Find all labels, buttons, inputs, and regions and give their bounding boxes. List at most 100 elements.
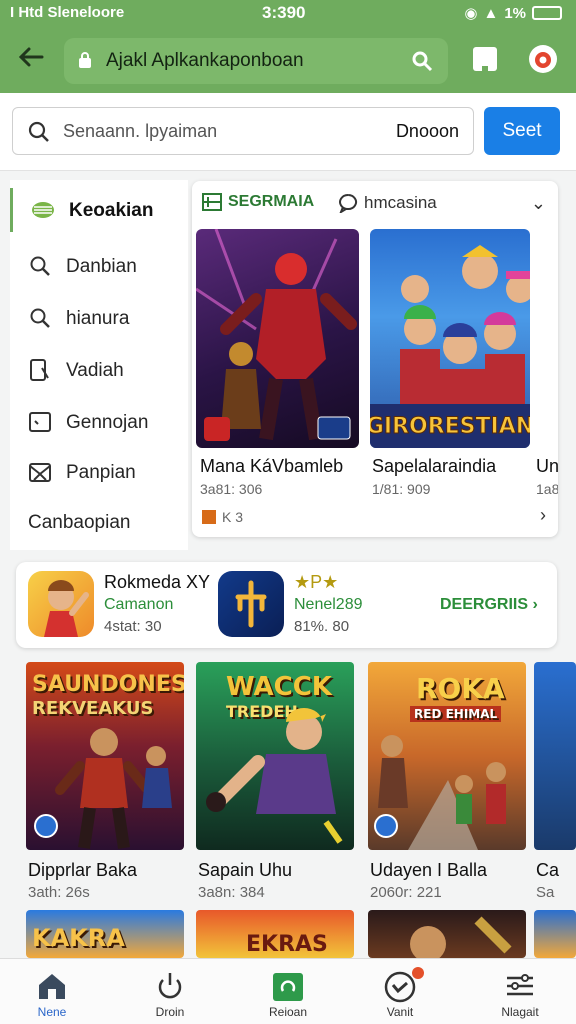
featured-name[interactable]: Rokmeda XY — [104, 572, 210, 593]
game-thumbnail[interactable] — [534, 910, 576, 958]
bookmark-icon — [30, 359, 49, 381]
category-tabs: SEGRMAIA hmcasina ⌄ — [192, 181, 558, 225]
sidebar-item-label: Vadiah — [66, 360, 124, 381]
status-icons: ◉ ▲ 1% — [464, 4, 562, 22]
nav-label: Nene — [37, 1005, 67, 1019]
status-carrier: I Htd Sleneloore — [10, 4, 125, 21]
signal-icon: ▲ — [483, 4, 499, 22]
game-title[interactable]: Dipprlar Baka — [28, 860, 137, 881]
top-bar: I Htd Sleneloore 3:390 ◉ ▲ 1% Ajakl Aplk… — [0, 0, 576, 93]
game-thumbnail[interactable] — [196, 229, 359, 448]
poster-subtitle: RED EHIMAL — [410, 706, 502, 722]
game-meta: 1a8 — [536, 481, 558, 497]
game-title[interactable]: Un — [536, 456, 558, 477]
nav-reioan[interactable]: Reioan — [240, 959, 336, 1024]
game-title[interactable]: Sapelalaraindia — [372, 456, 496, 477]
lock-icon — [79, 52, 91, 68]
status-bar: I Htd Sleneloore 3:390 ◉ ▲ 1% — [0, 0, 576, 26]
nav-droin[interactable]: Droin — [122, 959, 218, 1024]
mail-icon — [29, 463, 51, 482]
search-scope-select[interactable]: Dnooon — [396, 121, 459, 142]
featured-more-link[interactable]: DEERGRIIS › — [440, 596, 538, 614]
poster-title: WACCK — [226, 672, 332, 702]
nav-nlagait[interactable]: Nlagait — [472, 959, 568, 1024]
battery-percent: 1% — [504, 4, 526, 22]
chevron-right-icon[interactable]: › — [540, 505, 546, 526]
category-card: SEGRMAIA hmcasina ⌄ Mana KáVbamleb 3a81:… — [192, 181, 558, 537]
game-title[interactable]: Sapain Uhu — [198, 860, 292, 881]
sidebar-item-vadiah[interactable]: Vadiah — [10, 348, 188, 392]
featured-category: Nenel289 — [294, 596, 363, 613]
app-icon[interactable] — [218, 571, 284, 637]
sidebar-item-keoakian[interactable]: Keoakian — [10, 188, 188, 232]
game-meta: 3ath: 26s — [28, 884, 90, 901]
search-placeholder: Senaann. lpyaiman — [63, 121, 218, 141]
search-input[interactable]: Senaann. lpyaiman Dnooon — [12, 107, 474, 155]
app-icon[interactable] — [28, 571, 94, 637]
nav-vanit[interactable]: Vanit — [352, 959, 448, 1024]
tab-hmcasina[interactable]: hmcasina — [338, 193, 437, 213]
settings-sliders-icon — [507, 974, 533, 996]
window-icon — [29, 412, 51, 432]
sidebar-item-canbaopian[interactable]: Canbaopian — [10, 500, 188, 544]
game-meta: 3a81: 306 — [200, 481, 263, 497]
home-icon — [39, 974, 65, 999]
sidebar-item-panpian[interactable]: Panpian — [10, 450, 188, 494]
game-thumbnail[interactable]: ROKA RED EHIMAL — [368, 662, 526, 850]
chevron-down-icon[interactable]: ⌄ — [531, 193, 546, 214]
sidebar-item-label: Danbian — [66, 256, 137, 277]
nav-label: Vanit — [386, 1005, 414, 1019]
featured-apps: Rokmeda XY Camanon 4stat: 30 ★P★ Nenel28… — [16, 562, 557, 648]
hero-art — [206, 708, 343, 844]
page-title: Ajakl Aplkankaponboan — [106, 50, 304, 71]
sidebar-item-hianura[interactable]: hianura — [10, 296, 188, 340]
game-title[interactable]: Ca — [536, 860, 559, 881]
nav-label: Droin — [155, 1005, 185, 1019]
notification-badge — [412, 967, 424, 979]
game-thumbnail[interactable] — [368, 910, 526, 958]
address-bar[interactable]: Ajakl Aplkankaponboan — [64, 38, 448, 84]
game-thumbnail[interactable]: KAKRA — [26, 910, 184, 958]
sidebar-item-label: Panpian — [66, 462, 136, 483]
menu-icon[interactable] — [526, 42, 560, 76]
nav-label: Reioan — [268, 1005, 308, 1019]
poster-title: EKRAS — [246, 932, 328, 957]
sidebar-item-label: Canbaopian — [28, 512, 131, 533]
grid-icon — [202, 193, 222, 211]
category-sidebar: Keoakian Danbian hianura Vadiah Gennojan… — [10, 180, 188, 550]
tab-segrmaia[interactable]: SEGRMAIA — [202, 193, 314, 211]
publisher-icon — [202, 510, 216, 524]
sidebar-item-danbian[interactable]: Danbian — [10, 244, 188, 288]
tabs-icon[interactable] — [472, 46, 498, 74]
game-thumbnail[interactable]: SAUNDONES REKVEAKUS — [26, 662, 184, 850]
game-thumbnail[interactable]: GIRORESTIAN — [370, 229, 530, 448]
poster-subtitle: REKVEAKUS — [32, 698, 154, 719]
poster-title: KAKRA — [32, 924, 125, 952]
back-button[interactable] — [14, 42, 48, 76]
game-title[interactable]: Udayen I Balla — [370, 860, 487, 881]
game-meta: 2060r: 221 — [370, 884, 442, 901]
status-time: 3:390 — [262, 3, 306, 22]
sidebar-item-label: hianura — [66, 308, 130, 329]
hero-art — [196, 229, 357, 441]
featured-meta: 81%. 80 — [294, 618, 350, 635]
game-thumbnail[interactable]: EKRAS — [196, 910, 354, 958]
sword-emblem-icon — [235, 580, 267, 628]
nav-label: Nlagait — [501, 1005, 539, 1019]
sidebar-item-gennojan[interactable]: Gennojan — [10, 400, 188, 444]
alarm-icon: ◉ — [464, 5, 478, 22]
nav-home[interactable]: Nene — [4, 959, 100, 1024]
hero-icon-art — [44, 580, 89, 637]
game-title[interactable]: Mana KáVbamleb — [200, 456, 343, 477]
warrior-art — [34, 728, 172, 849]
search-icon[interactable] — [410, 49, 434, 73]
character-art — [410, 916, 512, 958]
bottom-navigation: Nene Droin Reioan Vanit Nlagait — [0, 958, 576, 1024]
featured-name[interactable]: ★P★ — [294, 572, 338, 593]
search-row: Senaann. lpyaiman Dnooon Seet — [0, 93, 576, 171]
search-button[interactable]: Seet — [484, 107, 560, 155]
game-thumbnail[interactable]: WACCK TREDEH — [196, 662, 354, 850]
game-thumbnail[interactable] — [534, 662, 576, 850]
featured-meta: 4stat: 30 — [104, 618, 162, 635]
chat-icon — [339, 194, 357, 213]
